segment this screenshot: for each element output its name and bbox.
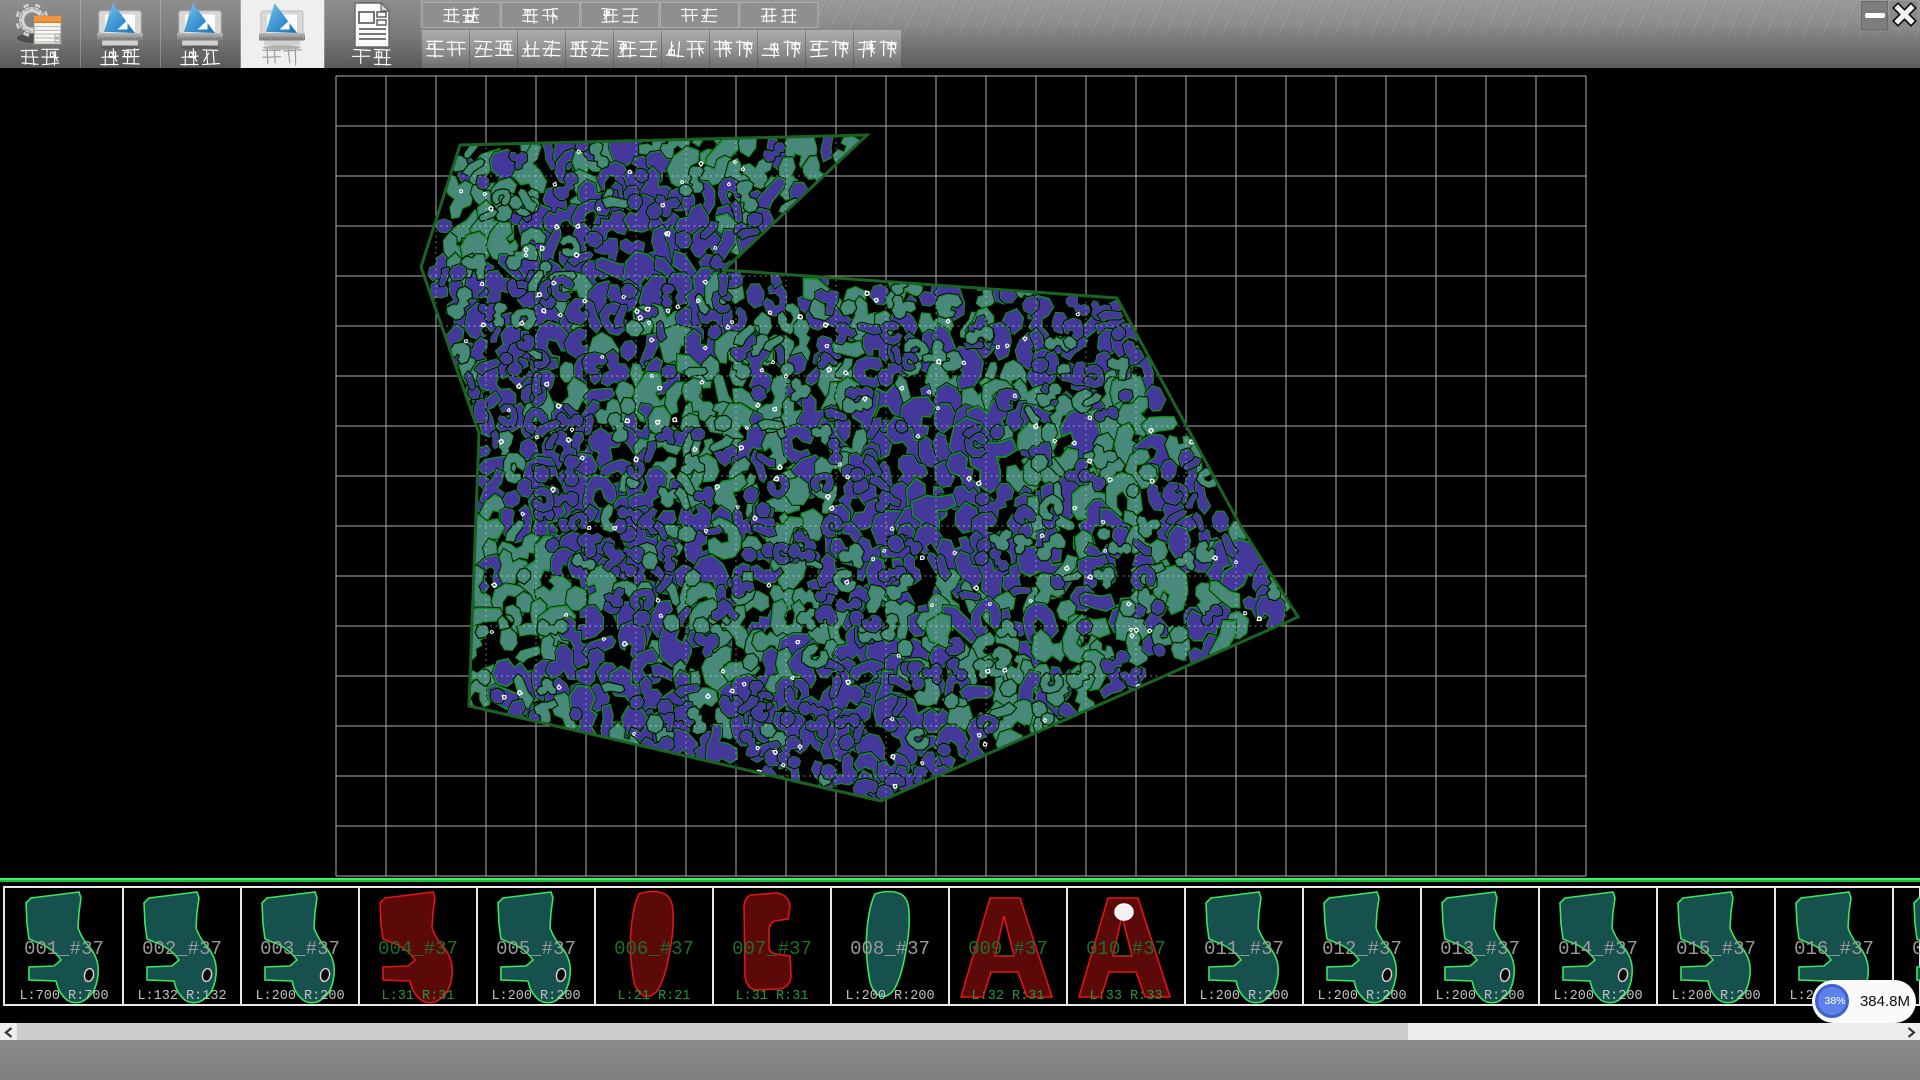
svg-text:L:21 R:21: L:21 R:21 — [618, 989, 691, 1004]
svg-text:007_#37: 007_#37 — [732, 938, 812, 960]
svg-text:008_#37: 008_#37 — [850, 938, 930, 960]
svg-text:L:200 R:200: L:200 R:200 — [1553, 989, 1642, 1004]
svg-text:L:200 R:200: L:200 R:200 — [1317, 989, 1406, 1004]
svg-text:016_#37: 016_#37 — [1794, 938, 1874, 960]
svg-text:L:33 R:33: L:33 R:33 — [1090, 989, 1163, 1004]
svg-text:L:200 R:200: L:200 R:200 — [1435, 989, 1524, 1004]
svg-text:L:200 R:200: L:200 R:200 — [1671, 989, 1760, 1004]
svg-text:014_#37: 014_#37 — [1558, 938, 1638, 960]
svg-text:010_#37: 010_#37 — [1086, 938, 1166, 960]
svg-text:011_#37: 011_#37 — [1204, 938, 1284, 960]
svg-text:L:200 R:200: L:200 R:200 — [845, 989, 934, 1004]
svg-text:009_#37: 009_#37 — [968, 938, 1048, 960]
svg-text:L:32 R:31: L:32 R:31 — [972, 989, 1045, 1004]
svg-text:013_#37: 013_#37 — [1440, 938, 1520, 960]
svg-text:003_#37: 003_#37 — [260, 938, 340, 960]
svg-text:015_#37: 015_#37 — [1676, 938, 1756, 960]
svg-text:L:700 R:700: L:700 R:700 — [19, 989, 108, 1004]
svg-text:002_#37: 002_#37 — [142, 938, 222, 960]
svg-text:017_#37: 017_#37 — [1912, 938, 1920, 960]
svg-text:L:132 R:132: L:132 R:132 — [137, 989, 226, 1004]
svg-text:001_#37: 001_#37 — [24, 938, 104, 960]
svg-text:L:200 R:200: L:200 R:200 — [491, 989, 580, 1004]
svg-text:004_#37: 004_#37 — [378, 938, 458, 960]
svg-text:012_#37: 012_#37 — [1322, 938, 1402, 960]
svg-text:005_#37: 005_#37 — [496, 938, 576, 960]
svg-text:L:200 R:200: L:200 R:200 — [255, 989, 344, 1004]
svg-text:L:200 R:200: L:200 R:200 — [1199, 989, 1288, 1004]
svg-text:L:31 R:31: L:31 R:31 — [736, 989, 809, 1004]
svg-text:006_#37: 006_#37 — [614, 938, 694, 960]
svg-text:L:31 R:31: L:31 R:31 — [382, 989, 455, 1004]
